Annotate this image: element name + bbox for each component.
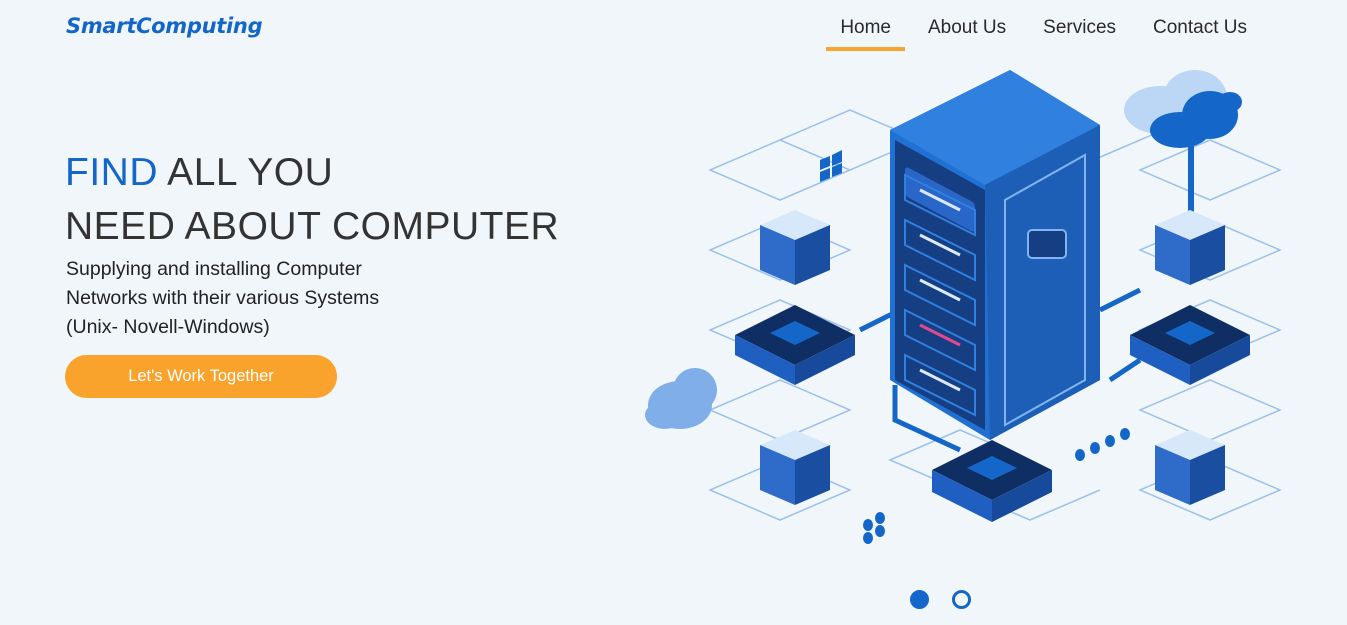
- nav-about-us[interactable]: About Us: [914, 17, 1020, 51]
- carousel-dot-1[interactable]: [910, 590, 929, 609]
- hero-title-accent: FIND: [65, 151, 158, 194]
- hero-title-line2: NEED ABOUT COMPUTER: [65, 205, 560, 248]
- nav-services[interactable]: Services: [1029, 17, 1130, 51]
- server-rack-illustration: [645, 70, 1282, 544]
- cta-button[interactable]: Let's Work Together: [65, 355, 337, 398]
- carousel-indicators: [910, 590, 971, 609]
- nav-home[interactable]: Home: [826, 17, 905, 51]
- hero-title-rest: ALL YOU: [158, 151, 334, 194]
- brand-logo[interactable]: SmartComputing: [66, 14, 263, 38]
- hero-subtitle-line3: (Unix- Novell-Windows): [66, 316, 270, 338]
- nav-contact-us[interactable]: Contact Us: [1139, 17, 1261, 51]
- cloud-icon: [1124, 70, 1242, 225]
- hero-subtitle: Supplying and installing Computer Networ…: [66, 255, 486, 342]
- carousel-dot-2[interactable]: [952, 590, 971, 609]
- windows-icon: [820, 150, 842, 182]
- hero-subtitle-line2: Networks with their various Systems: [66, 287, 380, 309]
- main-nav: Home About Us Services Contact Us: [817, 17, 1261, 51]
- hero-title: FIND ALL YOU NEED ABOUT COMPUTER: [65, 146, 559, 254]
- hero-subtitle-line1: Supplying and installing Computer: [66, 258, 362, 280]
